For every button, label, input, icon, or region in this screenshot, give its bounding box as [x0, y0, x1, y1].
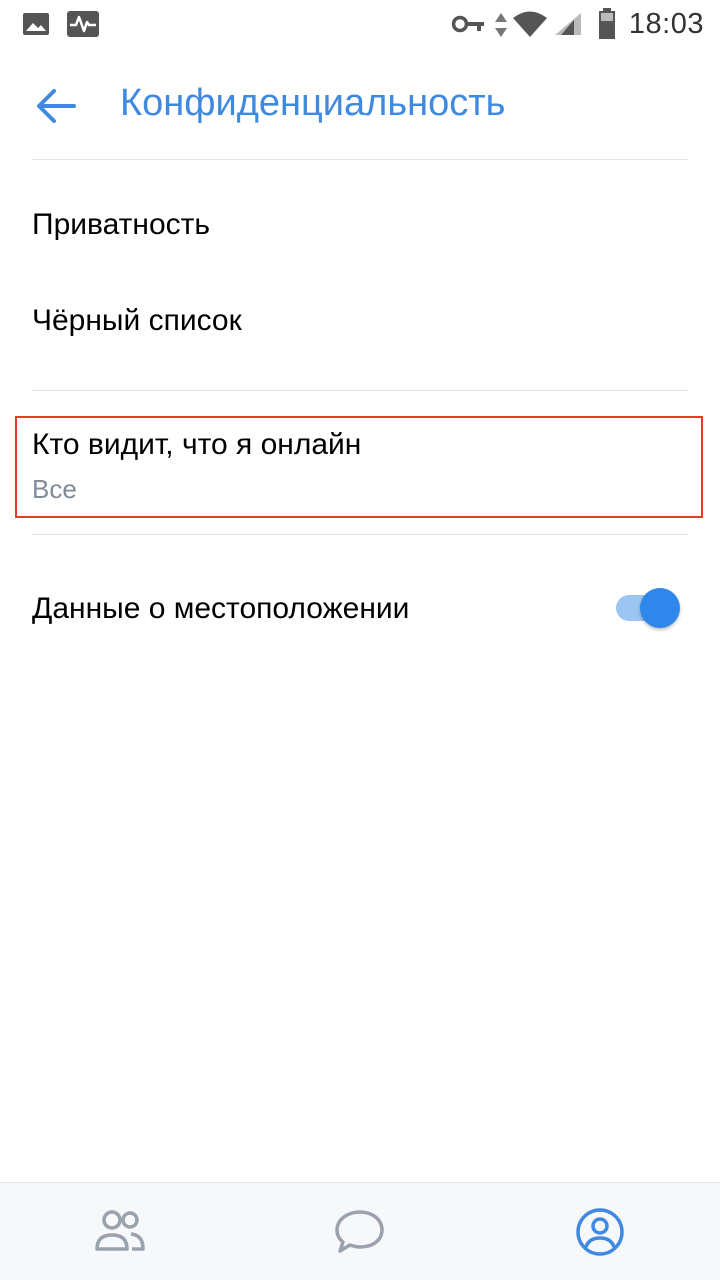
menu-item-online-visibility[interactable]: Кто видит, что я онлайн Все: [0, 416, 720, 518]
activity-notification-icon: [66, 10, 100, 43]
menu-item-blacklist-label: Чёрный список: [32, 304, 242, 337]
tab-messages[interactable]: [240, 1183, 480, 1280]
data-arrows-icon: [494, 12, 508, 43]
online-visibility-label: Кто видит, что я онлайн: [32, 428, 362, 461]
location-label: Данные о местоположении: [32, 592, 410, 625]
vpn-key-icon: [451, 14, 486, 39]
location-toggle[interactable]: [614, 588, 684, 628]
page-title: Конфиденциальность: [120, 82, 506, 124]
header: Конфиденциальность: [0, 48, 720, 160]
toggle-thumb: [640, 588, 680, 628]
menu-item-blacklist[interactable]: Чёрный список: [0, 272, 720, 368]
menu-item-privacy[interactable]: Приватность: [0, 176, 720, 272]
bottom-nav: [0, 1182, 720, 1280]
battery-icon: [598, 8, 616, 45]
tab-friends[interactable]: [0, 1183, 240, 1280]
image-notification-icon: [22, 12, 50, 41]
back-button[interactable]: [28, 78, 84, 134]
menu-item-privacy-label: Приватность: [32, 208, 210, 241]
signal-icon: [554, 12, 582, 41]
arrow-left-icon: [28, 89, 84, 138]
tab-profile[interactable]: [480, 1183, 720, 1280]
status-bar: 18:03: [0, 0, 720, 48]
online-visibility-value: Все: [32, 474, 77, 504]
menu-item-location[interactable]: Данные о местоположении: [0, 560, 720, 656]
wifi-icon: [512, 10, 548, 43]
divider: [32, 390, 688, 391]
divider: [32, 534, 688, 535]
privacy-settings-screen: 18:03 Конфиденциальность Приватность Чёр…: [0, 0, 720, 1280]
status-time: 18:03: [628, 8, 704, 40]
divider: [32, 159, 688, 160]
